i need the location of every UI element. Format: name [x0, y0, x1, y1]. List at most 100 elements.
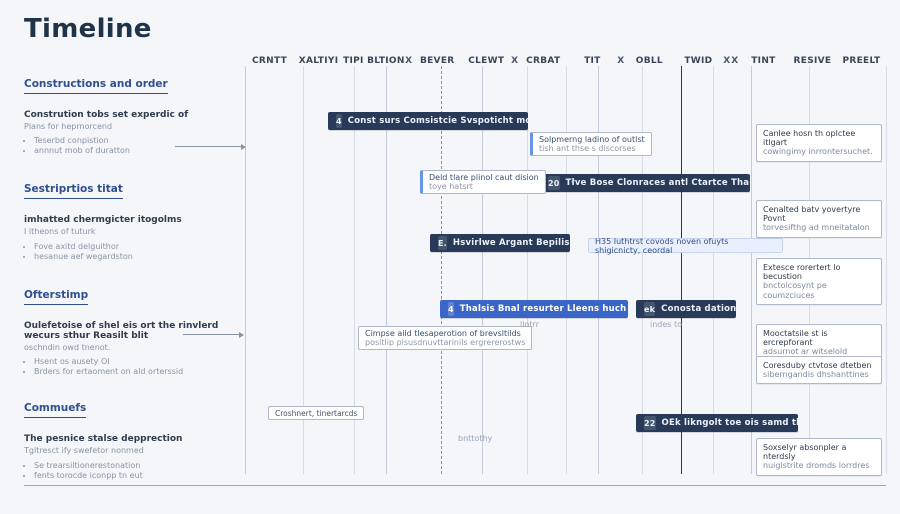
- chip-line: Canlee hosn th oplctee itlgart: [763, 129, 855, 147]
- bullet: Se trearsiltionerestonation: [34, 461, 240, 470]
- bar-label: Hsvirlwe Argant Bepilis: [453, 238, 570, 248]
- col: CRBAT: [519, 56, 568, 66]
- bar-number: 22: [644, 416, 656, 430]
- callout-pill: Croshnert, tinertarcds: [268, 406, 364, 420]
- chip-line: Cenalted batv yovertyre Povnt: [763, 205, 860, 223]
- callout-sub: toye hatsrt: [429, 182, 473, 191]
- bar-label: Thalsis Bnal resurter Lleens huch: [460, 304, 627, 314]
- timeline-bar[interactable]: 22 OEk likngolt toe ois samd thck: [636, 414, 798, 432]
- chip-sub: bnctolcosynt pe coumzciuces: [763, 281, 875, 299]
- info-chip: Canlee hosn th oplctee itlgart cowingimy…: [756, 124, 882, 162]
- timeline-bar[interactable]: 4 Thalsis Bnal resurter Lleens huch: [440, 300, 628, 318]
- base-rule: [24, 485, 886, 486]
- sidebar: Constructions and order Constrution tobs…: [24, 72, 240, 478]
- section-note: Plans for heprnorcend: [24, 122, 240, 132]
- section-bullets: Hsent os ausety OI Brders for ertaoment …: [24, 357, 240, 376]
- column-header: CRNTT XALTIYI TIPI BLTION X BEVER CLEWT …: [245, 46, 886, 66]
- bullet: hesanue aef wegardston: [34, 252, 240, 261]
- chip-line: Soxselyr absonpler a nterdsly: [763, 443, 846, 461]
- chip-line: Extesce rorertert lo becustion: [763, 263, 840, 281]
- callout-text: Croshnert, tinertarcds: [275, 409, 357, 418]
- callout-text: Solpmerng ladino of outlst: [539, 135, 645, 144]
- chip-sub: siberngandis dhshanttines: [763, 370, 875, 379]
- section-constructions: Constructions and order Constrution tobs…: [24, 72, 240, 155]
- timeline-page: Timeline CRNTT XALTIYI TIPI BLTION X BEV…: [0, 0, 900, 514]
- callout-sub: positlip plsusdnuvttarinils ergrererostw…: [365, 338, 525, 347]
- section-sub: Constrution tobs set experdic of: [24, 110, 240, 120]
- timeline-bar[interactable]: 4 Const surs Comsistcie Svspoticht mouti…: [328, 112, 528, 130]
- section-heading: Sestriprtios titat: [24, 183, 123, 199]
- section-heading: Commuefs: [24, 402, 86, 418]
- info-chip: Cenalted batv yovertyre Povnt torvesifth…: [756, 200, 882, 238]
- col: X: [723, 56, 731, 66]
- col: TIPI BLTION: [343, 56, 405, 66]
- col: CRNTT: [245, 56, 294, 66]
- col: TIT: [568, 56, 617, 66]
- col: X: [731, 56, 739, 66]
- section-heading: Constructions and order: [24, 78, 168, 94]
- bar-number: 4: [336, 114, 342, 128]
- bar-number: 20: [548, 176, 560, 190]
- arrow-icon: [183, 334, 241, 335]
- section-sub: imhatted chermgicter itogolms: [24, 215, 240, 225]
- col: BEVER: [413, 56, 462, 66]
- callout-sub: tish ant thse s discorses: [539, 144, 636, 153]
- callout-text: Deld tlare plinol caut dision: [429, 173, 539, 182]
- timeline-bar[interactable]: E. Hsvirlwe Argant Bepilis: [430, 234, 570, 252]
- chip-sub: nuiglstrite dromds lorrdres: [763, 461, 875, 470]
- col: X: [511, 56, 519, 66]
- bullet: fents torocde iconpp tn eut: [34, 471, 240, 480]
- bar-number: 4: [448, 302, 454, 316]
- col: XALTIYI: [294, 56, 343, 66]
- bar-label: OEk likngolt toe ois samd thck: [662, 418, 798, 428]
- section-ofterstimp: Ofterstimp Oulefetoise of shel eis ort t…: [24, 283, 240, 376]
- section-bullets: Se trearsiltionerestonation fents torocd…: [24, 461, 240, 480]
- section-note: I itheons of tuturk: [24, 227, 240, 237]
- callout: Solpmerng ladino of outlst tish ant thse…: [530, 132, 652, 156]
- bullet: Brders for ertaoment on ald orterssid: [34, 367, 240, 376]
- bar-label: Const surs Comsistcie Svspoticht moutiot: [348, 116, 528, 126]
- section-sestriprtios: Sestriprtios titat imhatted chermgicter …: [24, 177, 240, 260]
- info-chip: Coresduby ctvtose dtetben siberngandis d…: [756, 356, 882, 384]
- callout-text: Cimpse aild tlesaperotion of brevsltilds: [365, 329, 521, 338]
- callout: H35 Iuthtrst covods noven ofuyts shigicn…: [588, 238, 783, 253]
- section-sub: The pesnice stalse depprection: [24, 434, 240, 444]
- bar-label: Tłve Bose Clonraces antl Ctartce Thaket: [566, 178, 750, 188]
- info-chip: Soxselyr absonpler a nterdsly nuiglstrit…: [756, 438, 882, 476]
- dim-label: indes to: [650, 320, 682, 329]
- col: PREELT: [837, 56, 886, 66]
- bullet: annnut mob of duratton: [34, 146, 240, 155]
- chip-sub: torvesifthg ad mneitatalon: [763, 223, 875, 232]
- timeline-bar[interactable]: ek Conosta dation: [636, 300, 736, 318]
- bullet: Hsent os ausety OI: [34, 357, 240, 366]
- chip-sub: cowingimy inrrontersuchet.: [763, 147, 875, 156]
- bullet: Fove axitd delguithor: [34, 242, 240, 251]
- info-chip: Extesce rorertert lo becustion bnctolcos…: [756, 258, 882, 305]
- chip-line: Coresduby ctvtose dtetben: [763, 361, 871, 370]
- timeline-bar[interactable]: 20 Tłve Bose Clonraces antl Ctartce Thak…: [540, 174, 750, 192]
- callout: Deld tlare plinol caut dision toye hatsr…: [420, 170, 546, 194]
- section-commuefs: Commuefs The pesnice stalse depprection …: [24, 396, 240, 479]
- col: CLEWT: [462, 56, 511, 66]
- col: TINT: [739, 56, 788, 66]
- section-note: Tgltresct ify swefetor nonmed: [24, 446, 240, 456]
- bullet: Teserbd conpistion: [34, 136, 240, 145]
- section-note: oschndin owd tnenot.: [24, 343, 240, 353]
- col: RESIVE: [788, 56, 837, 66]
- section-heading: Ofterstimp: [24, 289, 88, 305]
- col: X: [617, 56, 625, 66]
- page-title: Timeline: [24, 14, 884, 44]
- section-bullets: Fove axitd delguithor hesanue aef wegard…: [24, 242, 240, 261]
- section-sub: Oulefetoise of shel eis ort the rinvlerd…: [24, 321, 240, 341]
- bar-number: E.: [438, 236, 447, 250]
- callout-text: H35 Iuthtrst covods noven ofuyts shigicn…: [595, 237, 776, 255]
- col: OBLL: [625, 56, 674, 66]
- callout: Cimpse aild tlesaperotion of brevsltilds…: [358, 326, 532, 350]
- col: X: [405, 56, 413, 66]
- bar-label: Conosta dation: [661, 304, 736, 314]
- dim-label: bnttothy: [458, 434, 492, 443]
- dim-label: llotrr: [520, 320, 539, 329]
- bar-number: ek: [644, 302, 655, 316]
- col: TWID: [674, 56, 723, 66]
- arrow-icon: [175, 146, 243, 147]
